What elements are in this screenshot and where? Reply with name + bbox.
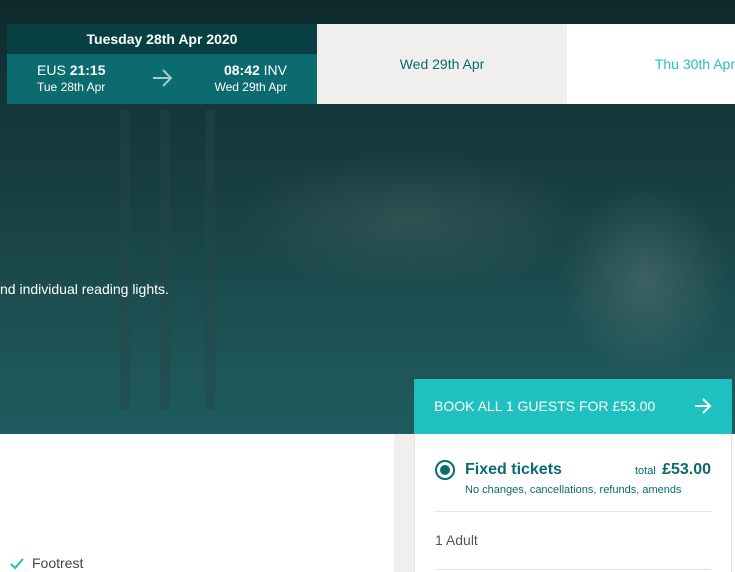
amenity-label: Footrest	[32, 555, 84, 571]
hero-curtain	[160, 110, 170, 410]
hero-shade	[560, 180, 730, 380]
arrival-station: INV	[263, 62, 287, 78]
total-price: £53.00	[662, 461, 711, 478]
fare-name: Fixed tickets	[465, 461, 562, 478]
fare-radio[interactable]	[435, 460, 455, 480]
date-tab-thu[interactable]: Thu 30th Apr	[567, 24, 735, 104]
arrow-right-icon	[153, 69, 173, 87]
book-button-label: BOOK ALL 1 GUESTS FOR £53.00	[434, 398, 656, 414]
panel-gutter	[394, 434, 414, 572]
departure-date: Tue 28th Apr	[37, 80, 106, 94]
arrival: 08:42 INV Wed 29th Apr	[215, 62, 288, 95]
guest-count: 1 Adult	[435, 532, 478, 548]
arrow-right-icon	[695, 398, 712, 414]
selected-date-title: Tuesday 28th Apr 2020	[7, 24, 317, 54]
date-selector: Tuesday 28th Apr 2020 EUS 21:15 Tue 28th…	[0, 24, 735, 104]
ticket-panel: Fixed tickets No changes, cancellations,…	[414, 434, 732, 572]
journey-summary: EUS 21:15 Tue 28th Apr 08:42 INV Wed 29t…	[7, 54, 317, 104]
hero-shade	[230, 150, 590, 290]
book-all-button[interactable]: BOOK ALL 1 GUESTS FOR £53.00	[414, 379, 732, 434]
hero-description: nd individual reading lights.	[0, 281, 169, 297]
total-label: total	[635, 465, 656, 477]
fare-description: No changes, cancellations, refunds, amen…	[465, 484, 682, 496]
selected-date-card[interactable]: Tuesday 28th Apr 2020 EUS 21:15 Tue 28th…	[7, 24, 317, 104]
arrival-date: Wed 29th Apr	[214, 80, 288, 94]
divider	[435, 569, 711, 570]
divider	[435, 511, 711, 512]
check-icon	[10, 558, 24, 570]
departure: EUS 21:15 Tue 28th Apr	[37, 62, 106, 95]
hero-curtain	[120, 110, 130, 410]
amenity-item: Footrest	[10, 555, 83, 571]
departure-station: EUS	[37, 62, 66, 78]
date-tab-wed[interactable]: Wed 29th Apr	[317, 24, 567, 104]
hero-curtain	[205, 110, 215, 410]
departure-time: 21:15	[69, 62, 106, 78]
arrival-time: 08:42	[223, 62, 260, 78]
